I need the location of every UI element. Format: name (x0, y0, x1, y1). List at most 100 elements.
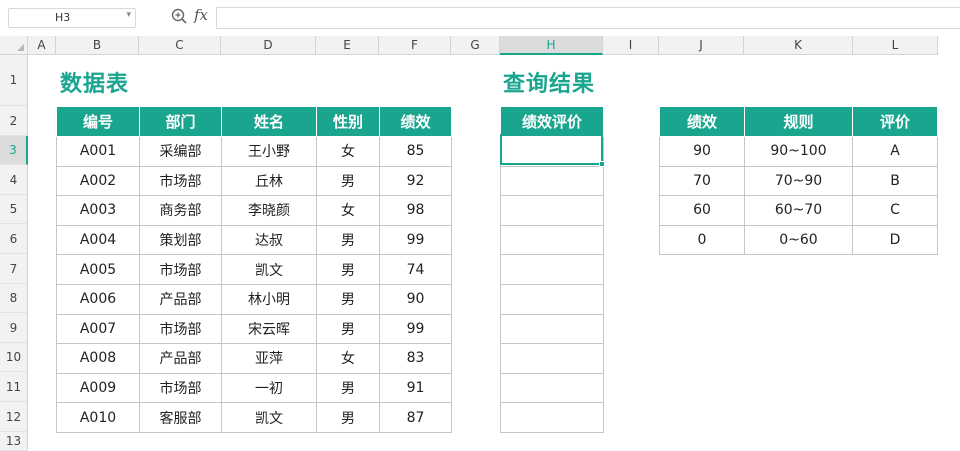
table-cell[interactable]: 70 (659, 165, 745, 197)
table-cell[interactable]: 凯文 (221, 402, 317, 433)
table-cell[interactable]: 90~100 (744, 136, 853, 167)
row-header-10[interactable]: 10 (0, 343, 28, 372)
table-cell[interactable]: 92 (379, 165, 452, 197)
rule-table-header-cell[interactable]: 评价 (852, 106, 938, 137)
row-header-2[interactable]: 2 (0, 106, 28, 136)
row-header-3[interactable]: 3 (0, 136, 28, 165)
table-cell[interactable]: 女 (316, 136, 380, 167)
table-cell[interactable]: A008 (56, 343, 140, 374)
table-cell[interactable]: 市场部 (139, 372, 222, 404)
table-cell[interactable]: 策划部 (139, 224, 222, 256)
data-table-header-cell[interactable]: 性别 (316, 106, 380, 137)
column-header-a[interactable]: A (28, 36, 56, 55)
table-cell[interactable]: A009 (56, 372, 140, 404)
column-header-j[interactable]: J (659, 36, 744, 55)
column-header-e[interactable]: E (316, 36, 379, 55)
row-header-7[interactable]: 7 (0, 254, 28, 284)
table-cell[interactable]: 90 (659, 136, 745, 167)
formula-input[interactable] (216, 7, 960, 29)
column-header-f[interactable]: F (379, 36, 451, 55)
row-header-8[interactable]: 8 (0, 284, 28, 313)
table-cell[interactable]: 男 (316, 313, 380, 345)
row-header-9[interactable]: 9 (0, 313, 28, 343)
table-cell[interactable]: 丘林 (221, 165, 317, 197)
table-cell[interactable]: 市场部 (139, 254, 222, 285)
result-cell[interactable] (500, 165, 604, 197)
table-cell[interactable]: A010 (56, 402, 140, 433)
result-table-header[interactable]: 绩效评价 (500, 106, 604, 137)
table-cell[interactable]: 李晓颜 (221, 195, 317, 226)
table-cell[interactable]: 74 (379, 254, 452, 285)
active-cell-selection[interactable] (500, 134, 605, 167)
table-cell[interactable]: 99 (379, 313, 452, 345)
result-cell[interactable] (500, 254, 604, 285)
table-cell[interactable]: D (852, 224, 938, 256)
table-cell[interactable]: A (852, 136, 938, 167)
table-cell[interactable]: 采编部 (139, 136, 222, 167)
table-cell[interactable]: 产品部 (139, 283, 222, 315)
table-cell[interactable]: 90 (379, 283, 452, 315)
table-cell[interactable]: 女 (316, 343, 380, 374)
row-header-12[interactable]: 12 (0, 402, 28, 432)
table-cell[interactable]: 市场部 (139, 313, 222, 345)
result-cell[interactable] (500, 372, 604, 404)
table-cell[interactable]: 宋云晖 (221, 313, 317, 345)
table-cell[interactable]: A001 (56, 136, 140, 167)
rule-table-header-cell[interactable]: 绩效 (659, 106, 745, 137)
table-cell[interactable]: A006 (56, 283, 140, 315)
table-cell[interactable]: 男 (316, 254, 380, 285)
result-cell[interactable] (500, 195, 604, 226)
result-cell[interactable] (500, 402, 604, 433)
table-cell[interactable]: 87 (379, 402, 452, 433)
table-cell[interactable]: 市场部 (139, 165, 222, 197)
table-cell[interactable]: A004 (56, 224, 140, 256)
column-header-i[interactable]: I (603, 36, 659, 55)
result-cell[interactable] (500, 313, 604, 345)
table-cell[interactable]: 91 (379, 372, 452, 404)
row-header-6[interactable]: 6 (0, 224, 28, 254)
table-cell[interactable]: 男 (316, 402, 380, 433)
table-cell[interactable]: 85 (379, 136, 452, 167)
column-header-g[interactable]: G (451, 36, 500, 55)
column-header-k[interactable]: K (744, 36, 853, 55)
column-header-d[interactable]: D (221, 36, 316, 55)
fill-handle[interactable] (599, 161, 605, 167)
row-header-1[interactable]: 1 (0, 55, 28, 106)
row-header-4[interactable]: 4 (0, 165, 28, 195)
table-cell[interactable]: 凯文 (221, 254, 317, 285)
column-header-l[interactable]: L (853, 36, 938, 55)
table-cell[interactable]: 亚萍 (221, 343, 317, 374)
column-header-h[interactable]: H (500, 36, 603, 55)
table-cell[interactable]: C (852, 195, 938, 226)
table-cell[interactable]: 王小野 (221, 136, 317, 167)
fx-icon[interactable]: fx (194, 6, 208, 24)
table-cell[interactable]: 70~90 (744, 165, 853, 197)
table-cell[interactable]: A002 (56, 165, 140, 197)
table-cell[interactable]: A005 (56, 254, 140, 285)
table-cell[interactable]: 60~70 (744, 195, 853, 226)
table-cell[interactable]: 女 (316, 195, 380, 226)
name-box[interactable]: H3 ▾ (8, 8, 136, 28)
table-cell[interactable]: 男 (316, 224, 380, 256)
result-cell[interactable] (500, 283, 604, 315)
table-cell[interactable]: A003 (56, 195, 140, 226)
table-cell[interactable]: 0~60 (744, 224, 853, 256)
column-header-c[interactable]: C (139, 36, 221, 55)
row-header-5[interactable]: 5 (0, 195, 28, 224)
chevron-down-icon[interactable]: ▾ (126, 10, 131, 20)
table-cell[interactable]: 商务部 (139, 195, 222, 226)
table-cell[interactable]: 男 (316, 283, 380, 315)
result-cell[interactable] (500, 343, 604, 374)
table-cell[interactable]: 99 (379, 224, 452, 256)
zoom-icon[interactable] (171, 8, 187, 26)
table-cell[interactable]: A007 (56, 313, 140, 345)
table-cell[interactable]: 一初 (221, 372, 317, 404)
select-all-corner[interactable] (0, 36, 28, 55)
table-cell[interactable]: 客服部 (139, 402, 222, 433)
data-table-header-cell[interactable]: 部门 (139, 106, 222, 137)
row-header-13[interactable]: 13 (0, 432, 28, 451)
column-header-b[interactable]: B (56, 36, 139, 55)
table-cell[interactable]: 0 (659, 224, 745, 256)
data-table-header-cell[interactable]: 姓名 (221, 106, 317, 137)
result-cell[interactable] (500, 224, 604, 256)
